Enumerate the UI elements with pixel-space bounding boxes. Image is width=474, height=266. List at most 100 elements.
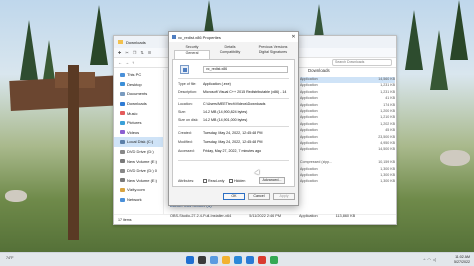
table-row[interactable]: Application 45 KB [300,128,395,134]
tab-general[interactable]: General [174,50,210,59]
advanced-button[interactable]: Advanced... [259,177,285,184]
taskbar-app-icon[interactable] [210,256,218,264]
tab-compatibility[interactable]: Compatibility [212,50,248,55]
taskbar-app-icon[interactable] [234,256,242,264]
file-size: 10,159 KB [378,160,395,165]
size-label: Size: [178,110,186,114]
table-row[interactable]: OBS-Studio-27.2.4-Full-Installer-x64 5/1… [170,214,395,218]
file-size: 1,300 KB [380,173,395,177]
folder-icon [120,187,125,192]
nav-item-pictures[interactable]: Pictures [114,118,163,128]
accessed-value: Friday, May 27, 2022, 7 minutes ago [203,149,262,153]
nav-item-local-disk[interactable]: Local Disk (C:) [114,137,163,147]
weather-widget[interactable]: 74°F [6,256,14,260]
table-row[interactable]: Application 41 KB [300,96,395,102]
music-icon [120,111,125,116]
drive-icon [120,178,125,183]
search-input[interactable]: Search Downloads [332,59,392,66]
network-icon [120,197,125,202]
table-row[interactable]: Application 174 KB [300,103,395,109]
taskbar-app-icon[interactable] [222,256,230,264]
table-row[interactable]: Application 14,500 KB [300,147,395,153]
nav-item-dvd-drive[interactable]: DVD Drive (D:) [114,147,163,157]
hidden-checkbox[interactable]: Hidden [229,179,245,183]
clock[interactable]: 11:02 AM 5/27/2022 [454,255,470,265]
apply-button[interactable]: Apply [273,193,295,200]
table-row[interactable]: Application 1,231 KB [300,90,395,96]
volume-icon[interactable]: ◁ [433,257,436,262]
file-type: Application [300,121,318,126]
sort-icon[interactable]: ⇅ [140,50,143,55]
nav-item-vizity[interactable]: Vizity.com [114,185,163,195]
checkbox-icon[interactable] [229,179,233,183]
taskbar-app-icon[interactable] [258,256,266,264]
nav-item-desktop[interactable]: Desktop [114,80,163,90]
nav-item-network[interactable]: Network [114,195,163,205]
table-row[interactable]: Application 4,950 KB [300,141,395,147]
nav-item-dvd-drive-2[interactable]: DVD Drive (D:) 0 [114,166,163,176]
view-icon[interactable]: ☰ [148,50,152,55]
copy-icon[interactable]: ❐ [133,50,137,55]
new-icon[interactable]: ✚ [118,50,121,55]
divider [178,126,289,127]
nav-item-downloads[interactable]: Downloads [114,99,163,109]
location-value: C:\Users\MEETtech\Videos\Downloads [203,102,266,106]
wifi-icon[interactable]: ◠ [427,257,431,262]
created-label: Created: [178,131,192,135]
tree [405,10,423,70]
checkbox-icon[interactable] [203,179,207,183]
nav-item-new-volume[interactable]: New Volume (E:) [114,156,163,166]
file-size: 1,231 KB [380,83,395,88]
app-icon [172,35,176,39]
taskbar-app-icon[interactable] [198,256,206,264]
close-icon[interactable]: ✕ [289,32,298,42]
file-name-field[interactable]: vc_redist.x86 [203,66,288,73]
nav-item-this-pc[interactable]: This PC [114,70,163,80]
table-row[interactable]: Application 1,300 KB [300,179,395,185]
table-row[interactable]: Application 1,210 KB [300,115,395,121]
nav-item-videos[interactable]: Videos [114,128,163,138]
back-icon[interactable]: ← [118,60,122,65]
tree [90,5,108,65]
forward-icon[interactable]: → [125,60,129,65]
file-size: 1,200 KB [380,109,395,113]
nav-item-documents[interactable]: Documents [114,89,163,99]
table-row[interactable]: Application 1,200 KB [300,109,395,115]
file-list-visible: Downloads Application 14,560 KB Applicatio… [300,68,395,186]
table-row[interactable]: Application 14,560 KB [300,77,395,83]
table-row[interactable]: Compressed (zipp... 10,159 KB [300,160,395,166]
nav-item-music[interactable]: Music [114,108,163,118]
clock-date: 5/27/2022 [454,259,470,264]
table-row[interactable] [300,154,395,160]
dvd-icon [120,168,125,173]
system-tray: ^ ◠ ◁ [424,257,436,262]
cut-icon[interactable]: ✂ [125,50,128,55]
cancel-button[interactable]: Cancel [248,193,270,200]
table-row[interactable]: Application 1,300 KB [300,173,395,179]
table-row[interactable]: Application 1,300 KB [300,167,395,173]
taskbar-app-icon[interactable] [246,256,254,264]
tab-security[interactable]: Security [174,45,210,50]
file-size: 1,231 KB [380,89,395,94]
file-type: Application [300,109,318,113]
nav-item-new-volume-2[interactable]: New Volume (E:) [114,176,163,186]
chevron-up-icon[interactable]: ^ [424,257,426,262]
table-row[interactable]: Application 1,231 KB [300,83,395,89]
table-row[interactable]: Application 23,500 KB [300,135,395,141]
read-only-checkbox[interactable]: Read-only [203,179,224,183]
tab-previous-versions[interactable]: Previous Versions [252,45,294,50]
up-icon[interactable]: ↑ [132,60,134,65]
table-row[interactable]: Application 1,202 KB [300,122,395,128]
tab-details[interactable]: Details [212,45,248,50]
tab-digital-signatures[interactable]: Digital Signatures [252,50,294,55]
taskbar-app-icon[interactable] [270,256,278,264]
taskbar-app-icon[interactable] [186,256,194,264]
file-size: 4,950 KB [380,141,395,145]
ok-button[interactable]: OK [223,193,245,200]
navigation-pane: This PC Desktop Documents Downloads Musi… [114,70,164,214]
file-type: Application [300,115,318,120]
file-type: Application [300,134,318,139]
taskbar-apps [186,256,278,264]
file-size: 1,300 KB [380,166,395,171]
tree [20,20,38,80]
